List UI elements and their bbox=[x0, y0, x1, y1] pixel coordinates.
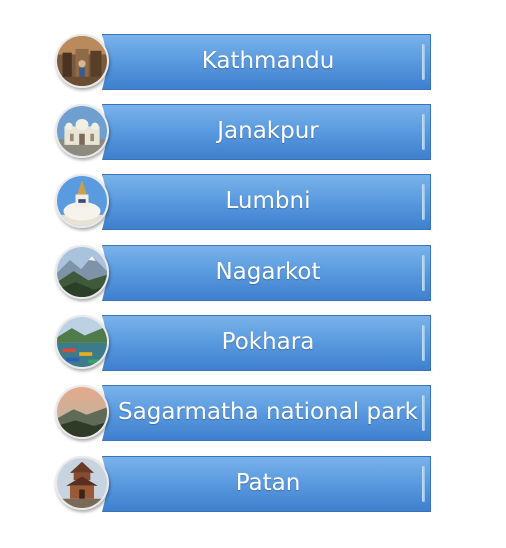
bar-edge-highlight bbox=[422, 114, 425, 150]
destination-item-janakpur[interactable]: Janakpur bbox=[55, 104, 431, 160]
destination-list: Kathmandu Janakpur Lumbni Nagarkot Pokha… bbox=[0, 0, 506, 548]
bar-edge-highlight bbox=[422, 466, 425, 502]
bar-edge-highlight bbox=[422, 325, 425, 361]
destination-item-patan[interactable]: Patan bbox=[55, 456, 431, 512]
destination-label: Patan bbox=[235, 470, 301, 496]
destination-label: Pokhara bbox=[221, 329, 315, 355]
mountain-view-photo-icon bbox=[55, 245, 109, 299]
bar-edge-highlight bbox=[422, 395, 425, 431]
bar-edge-highlight bbox=[422, 255, 425, 291]
bar-edge-highlight bbox=[422, 184, 425, 220]
temple-photo-icon bbox=[55, 104, 109, 158]
street-market-photo-icon bbox=[55, 34, 109, 88]
destination-item-lumbni[interactable]: Lumbni bbox=[55, 174, 431, 230]
mountain-sunset-photo-icon bbox=[55, 385, 109, 439]
destination-label: Kathmandu bbox=[201, 48, 335, 74]
pagoda-photo-icon bbox=[55, 456, 109, 510]
lake-boats-photo-icon bbox=[55, 315, 109, 369]
destination-item-kathmandu[interactable]: Kathmandu bbox=[55, 34, 431, 90]
destination-label: Lumbni bbox=[225, 188, 311, 214]
destination-item-nagarkot[interactable]: Nagarkot bbox=[55, 245, 431, 301]
bar-edge-highlight bbox=[422, 44, 425, 80]
destination-item-sagarmatha[interactable]: Sagarmatha national park bbox=[55, 385, 431, 441]
destination-item-pokhara[interactable]: Pokhara bbox=[55, 315, 431, 371]
destination-label: Sagarmatha national park bbox=[118, 399, 418, 425]
destination-label: Janakpur bbox=[217, 118, 319, 144]
stupa-photo-icon bbox=[55, 174, 109, 228]
destination-label: Nagarkot bbox=[215, 259, 321, 285]
